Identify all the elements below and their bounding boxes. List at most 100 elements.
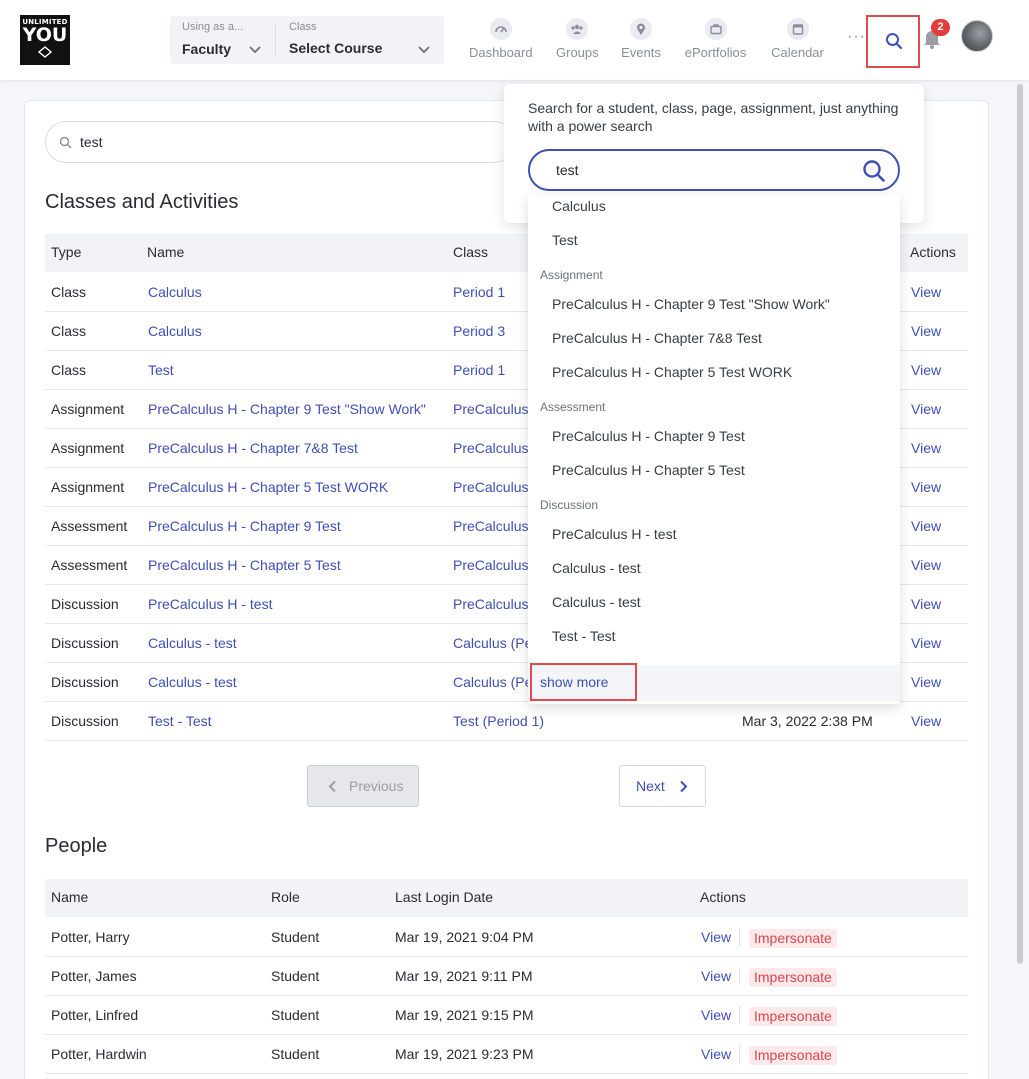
nav-calendar-label: Calendar xyxy=(771,45,824,60)
row-type: Assignment xyxy=(51,479,125,495)
row-class-link[interactable]: PreCalculus xyxy=(453,518,528,534)
row-class-link[interactable]: PreCalculus xyxy=(453,401,528,417)
result-item[interactable]: PreCalculus H - test xyxy=(552,526,676,542)
result-group-label: Assignment xyxy=(540,268,603,282)
row-type: Class xyxy=(51,323,87,339)
person-name: Potter, Hardwin xyxy=(51,1046,147,1062)
person-view-link[interactable]: View xyxy=(701,1046,731,1062)
row-class-link[interactable]: Test (Period 1) xyxy=(453,713,544,729)
app-logo[interactable]: UNLIMITED YOU xyxy=(20,15,70,65)
class-dropdown[interactable]: Class Select Course xyxy=(275,21,444,57)
impersonate-button[interactable]: Impersonate xyxy=(749,1007,837,1026)
impersonate-button[interactable]: Impersonate xyxy=(749,929,837,948)
nav-dashboard[interactable]: Dashboard xyxy=(469,18,533,60)
result-item[interactable]: Calculus xyxy=(552,198,606,214)
logo-emblem-icon xyxy=(37,46,53,58)
action-divider xyxy=(739,967,740,985)
nav-eportfolios[interactable]: ePortfolios xyxy=(683,18,748,60)
more-menu-button[interactable]: ··· xyxy=(847,28,866,46)
user-avatar[interactable] xyxy=(961,20,993,52)
table-row: Potter, James Student Mar 19, 2021 9:11 PM… xyxy=(45,957,968,996)
page-scrollbar[interactable] xyxy=(1017,84,1023,964)
result-item[interactable]: Test - Test xyxy=(552,628,616,644)
row-view-link[interactable]: View xyxy=(911,401,941,417)
show-more-label: show more xyxy=(540,674,609,690)
nav-events[interactable]: Events xyxy=(621,18,661,60)
nav-groups[interactable]: Groups xyxy=(556,18,599,60)
row-view-link[interactable]: View xyxy=(911,635,941,651)
result-item[interactable]: PreCalculus H - Chapter 9 Test xyxy=(552,428,745,444)
row-view-link[interactable]: View xyxy=(911,479,941,495)
using-as-dropdown[interactable]: Using as a... Faculty xyxy=(170,16,275,64)
row-view-link[interactable]: View xyxy=(911,674,941,690)
search-icon xyxy=(59,136,72,149)
result-item[interactable]: Calculus - test xyxy=(552,594,641,610)
col-last-login: Last Login Date xyxy=(395,889,494,905)
row-view-link[interactable]: View xyxy=(911,440,941,456)
row-name-link[interactable]: Test xyxy=(148,362,174,378)
nav-groups-label: Groups xyxy=(556,45,599,60)
row-type: Assignment xyxy=(51,401,125,417)
result-item[interactable]: Test xyxy=(552,232,578,248)
row-class-link[interactable]: Period 1 xyxy=(453,284,505,300)
row-view-link[interactable]: View xyxy=(911,284,941,300)
result-item[interactable]: PreCalculus H - Chapter 9 Test "Show Wor… xyxy=(552,296,830,312)
col-actions: Actions xyxy=(910,244,956,260)
action-divider xyxy=(739,1006,740,1024)
row-type: Discussion xyxy=(51,674,119,690)
row-name-link[interactable]: PreCalculus H - test xyxy=(148,596,272,612)
result-item[interactable]: PreCalculus H - Chapter 7&8 Test xyxy=(552,330,762,346)
row-class-link[interactable]: Calculus (Pe xyxy=(453,635,532,651)
row-type: Assignment xyxy=(51,440,125,456)
result-item[interactable]: PreCalculus H - Chapter 5 Test WORK xyxy=(552,364,792,380)
power-search-button[interactable] xyxy=(866,15,920,68)
col-type: Type xyxy=(51,244,82,260)
gauge-icon xyxy=(489,18,512,40)
row-class-link[interactable]: Period 1 xyxy=(453,362,505,378)
row-name-link[interactable]: Calculus xyxy=(148,323,202,339)
previous-page-button[interactable]: Previous xyxy=(307,765,419,807)
main-search-input[interactable]: test xyxy=(45,121,515,163)
row-name-link[interactable]: Test - Test xyxy=(148,713,212,729)
impersonate-button[interactable]: Impersonate xyxy=(749,1046,837,1065)
row-name-link[interactable]: PreCalculus H - Chapter 5 Test WORK xyxy=(148,479,388,495)
row-name-link[interactable]: Calculus - test xyxy=(148,635,237,651)
impersonate-button[interactable]: Impersonate xyxy=(749,968,837,987)
row-name-link[interactable]: Calculus xyxy=(148,284,202,300)
row-class-link[interactable]: Calculus (Pe xyxy=(453,674,532,690)
row-view-link[interactable]: View xyxy=(911,713,941,729)
row-view-link[interactable]: View xyxy=(911,557,941,573)
row-name-link[interactable]: PreCalculus H - Chapter 7&8 Test xyxy=(148,440,358,456)
power-search-hint: Search for a student, class, page, assig… xyxy=(528,100,899,134)
show-more-button[interactable]: show more xyxy=(530,663,637,701)
row-view-link[interactable]: View xyxy=(911,596,941,612)
row-name-link[interactable]: Calculus - test xyxy=(148,674,237,690)
row-class-link[interactable]: PreCalculus xyxy=(453,596,528,612)
chevron-left-icon xyxy=(328,780,336,793)
row-class-link[interactable]: PreCalculus xyxy=(453,557,528,573)
person-view-link[interactable]: View xyxy=(701,968,731,984)
table-row: Potter, Harry Student Mar 19, 2021 9:04 PM… xyxy=(45,918,968,957)
row-type: Assessment xyxy=(51,557,128,573)
next-page-button[interactable]: Next xyxy=(619,765,706,807)
row-name-link[interactable]: PreCalculus H - Chapter 5 Test xyxy=(148,557,341,573)
row-type: Class xyxy=(51,362,87,378)
row-name-link[interactable]: PreCalculus H - Chapter 9 Test "Show Wor… xyxy=(148,401,426,417)
result-item[interactable]: PreCalculus H - Chapter 5 Test xyxy=(552,462,745,478)
nav-dashboard-label: Dashboard xyxy=(469,45,533,60)
row-type: Discussion xyxy=(51,635,119,651)
row-class-link[interactable]: Period 3 xyxy=(453,323,505,339)
notification-badge: 2 xyxy=(931,19,950,36)
row-class-link[interactable]: PreCalculus xyxy=(453,479,528,495)
result-item[interactable]: Calculus - test xyxy=(552,560,641,576)
person-view-link[interactable]: View xyxy=(701,929,731,945)
person-view-link[interactable]: View xyxy=(701,1007,731,1023)
row-view-link[interactable]: View xyxy=(911,362,941,378)
row-view-link[interactable]: View xyxy=(911,518,941,534)
power-search-input[interactable]: test xyxy=(528,149,900,191)
row-name-link[interactable]: PreCalculus H - Chapter 9 Test xyxy=(148,518,341,534)
row-view-link[interactable]: View xyxy=(911,323,941,339)
row-class-link[interactable]: PreCalculus xyxy=(453,440,528,456)
nav-calendar[interactable]: Calendar xyxy=(771,18,824,60)
groups-icon xyxy=(566,18,588,40)
